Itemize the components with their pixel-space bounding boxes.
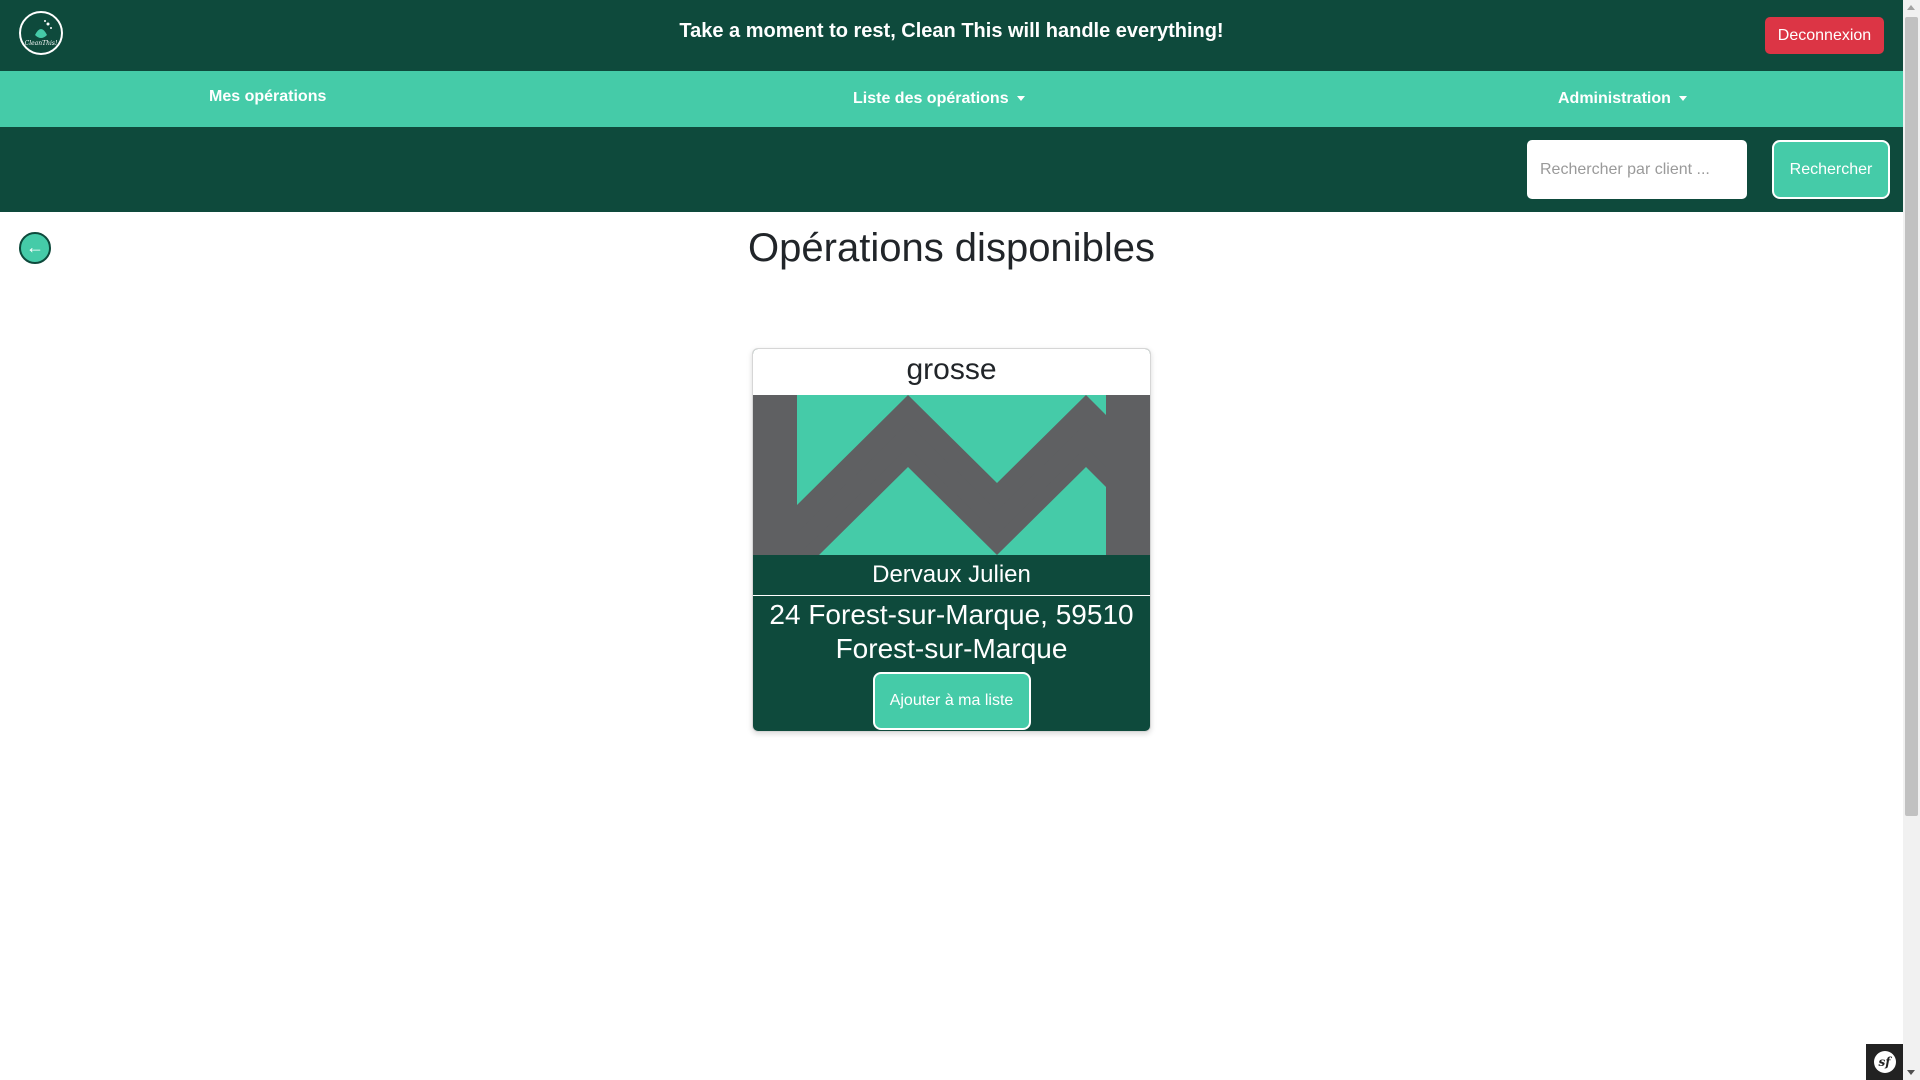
scroll-thumb[interactable] bbox=[1905, 17, 1918, 816]
top-bar: CleanThis! Take a moment to rest, Clean … bbox=[0, 0, 1903, 71]
caret-down-icon bbox=[1016, 96, 1025, 102]
operation-card: grosse Dervaux Julien 24 Forest-sur-Marq… bbox=[752, 348, 1151, 732]
zigzag-placeholder-image bbox=[753, 395, 1150, 555]
add-to-list-button[interactable]: Ajouter à ma liste bbox=[872, 672, 1031, 730]
card-type: grosse bbox=[753, 349, 1150, 395]
scroll-down-icon[interactable] bbox=[1907, 1070, 1915, 1075]
tagline: Take a moment to rest, Clean This will h… bbox=[679, 20, 1224, 42]
nav-item-mes-operations[interactable]: Mes opérations bbox=[209, 71, 326, 127]
card-address: 24 Forest-sur-Marque, 59510 Forest-sur-M… bbox=[769, 599, 1134, 664]
search-bar: Rechercher bbox=[0, 127, 1903, 212]
nav-item-label: Administration bbox=[1558, 90, 1671, 107]
search-button[interactable]: Rechercher bbox=[1772, 140, 1890, 199]
nav-item-label: Liste des opérations bbox=[853, 90, 1009, 107]
logout-button[interactable]: Deconnexion bbox=[1765, 17, 1884, 54]
symfony-toolbar-icon[interactable]: sf bbox=[1866, 1044, 1903, 1080]
main-nav: Mes opérations Liste des opérations Admi… bbox=[0, 71, 1903, 127]
nav-item-label: Mes opérations bbox=[209, 88, 327, 105]
search-input[interactable] bbox=[1527, 140, 1747, 199]
nav-item-liste-operations[interactable]: Liste des opérations bbox=[853, 71, 1025, 127]
caret-down-icon bbox=[1678, 96, 1687, 102]
vertical-scrollbar[interactable] bbox=[1903, 0, 1920, 1080]
nav-item-administration[interactable]: Administration bbox=[1558, 71, 1687, 127]
scroll-up-icon[interactable] bbox=[1907, 5, 1915, 10]
page-title: Opérations disponibles bbox=[748, 226, 1155, 270]
card-client-name: Dervaux Julien bbox=[753, 555, 1150, 596]
symfony-badge-text: sf bbox=[1873, 1051, 1896, 1073]
